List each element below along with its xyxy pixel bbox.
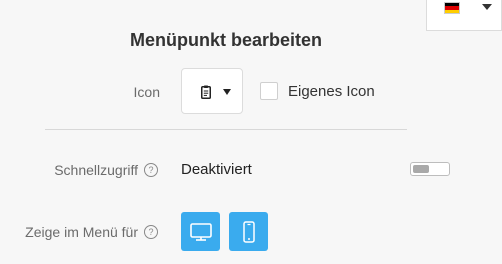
icon-select[interactable] bbox=[181, 68, 243, 114]
quick-access-toggle[interactable] bbox=[410, 162, 450, 176]
help-icon[interactable]: ? bbox=[144, 163, 158, 177]
chevron-down-icon bbox=[223, 89, 231, 95]
mobile-toggle-button[interactable] bbox=[229, 212, 268, 251]
desktop-icon bbox=[190, 223, 212, 241]
quick-access-label: Schnellzugriff bbox=[54, 162, 138, 178]
mobile-icon bbox=[243, 221, 255, 243]
custom-icon-label: Eigenes Icon bbox=[288, 83, 375, 100]
chevron-down-icon bbox=[482, 4, 492, 10]
quick-access-status: Deaktiviert bbox=[181, 161, 252, 178]
toggle-knob bbox=[413, 165, 429, 173]
desktop-toggle-button[interactable] bbox=[181, 212, 220, 251]
show-in-menu-label: Zeige im Menü für bbox=[25, 224, 138, 240]
clipboard-icon bbox=[201, 85, 211, 99]
edit-menu-item-panel: Menüpunkt bearbeiten Icon Eigenes Icon S… bbox=[0, 0, 502, 264]
german-flag-icon bbox=[445, 3, 459, 13]
divider bbox=[45, 129, 407, 130]
dialog-title: Menüpunkt bearbeiten bbox=[129, 30, 322, 50]
custom-icon-checkbox[interactable] bbox=[260, 82, 278, 100]
help-icon[interactable]: ? bbox=[144, 225, 158, 239]
language-switcher[interactable] bbox=[426, 0, 502, 31]
icon-label: Icon bbox=[133, 84, 160, 100]
